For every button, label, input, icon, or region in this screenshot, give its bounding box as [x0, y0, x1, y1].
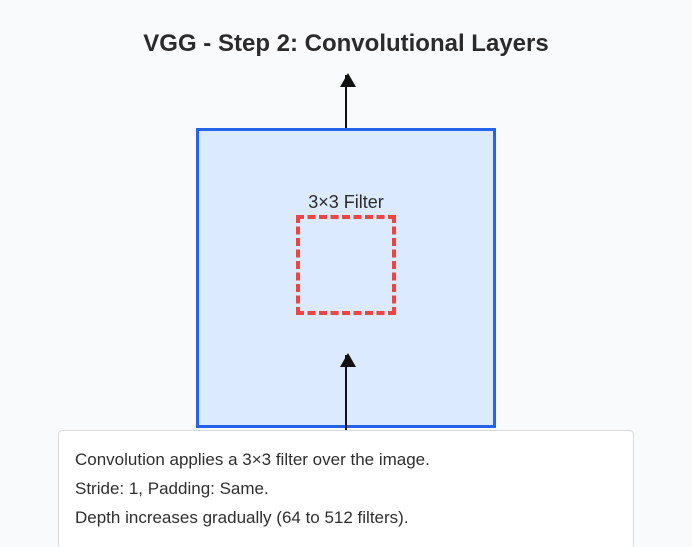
page-title: VGG - Step 2: Convolutional Layers	[0, 0, 692, 58]
caption-line-1: Convolution applies a 3×3 filter over th…	[75, 449, 617, 472]
caption-line-2: Stride: 1, Padding: Same.	[75, 478, 617, 501]
filter-label: 3×3 Filter	[308, 192, 384, 213]
filter-window	[296, 215, 396, 315]
arrow-input-icon	[345, 355, 347, 430]
caption-line-3: Depth increases gradually (64 to 512 fil…	[75, 507, 617, 530]
arrow-output-icon	[345, 75, 347, 130]
page: VGG - Step 2: Convolutional Layers 3×3 F…	[0, 0, 692, 547]
caption-box: Convolution applies a 3×3 filter over th…	[58, 430, 634, 547]
diagram-area: 3×3 Filter	[0, 95, 692, 430]
